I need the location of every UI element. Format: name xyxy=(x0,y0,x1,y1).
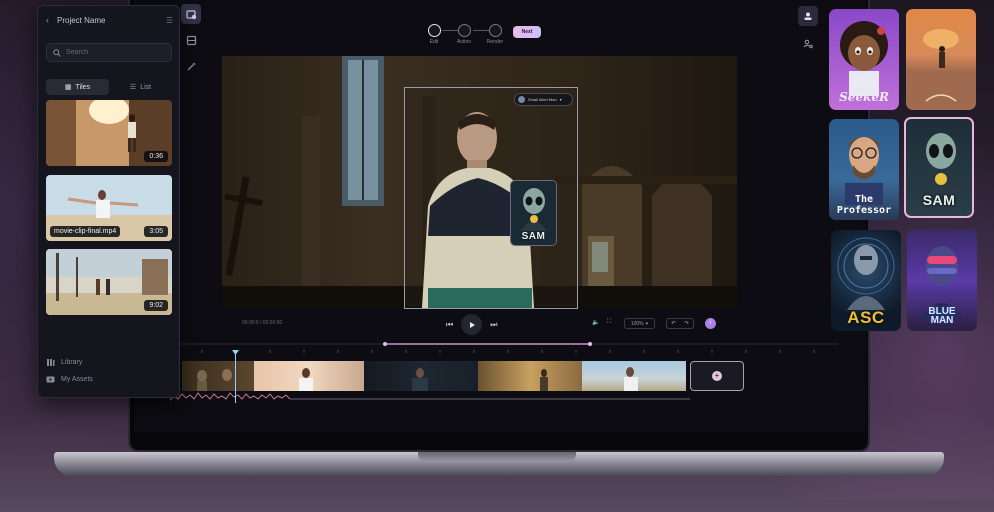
undo-redo: ↶ ↷ xyxy=(666,318,694,329)
magic-wand-icon[interactable] xyxy=(181,56,201,76)
character-card-sam[interactable]: SAM xyxy=(904,117,974,218)
tiles-view-button[interactable]: ▦ Tiles xyxy=(46,79,109,95)
clip-filename: movie-clip-final.mp4 xyxy=(50,226,121,237)
laptop-notch xyxy=(418,452,576,462)
voice-selector[interactable]: Small Alien Man ▾ xyxy=(514,93,573,106)
info-button[interactable]: i xyxy=(705,318,716,329)
avatar-icon[interactable] xyxy=(798,6,818,26)
playhead[interactable] xyxy=(232,350,239,403)
film-icon[interactable] xyxy=(181,30,201,50)
back-icon[interactable]: ‹ xyxy=(46,15,49,25)
timeline-clip-3[interactable] xyxy=(364,361,478,391)
clip-duration: 0:36 xyxy=(144,151,168,162)
clip-duration: 9:02 xyxy=(144,300,168,311)
character-card-asc[interactable]: ASC xyxy=(831,230,901,331)
skip-back-icon[interactable]: ⏮ xyxy=(446,320,453,330)
character-card-seeker[interactable]: The SeekeR xyxy=(829,9,899,110)
search-icon xyxy=(53,48,61,57)
clip-duration: 3:05 xyxy=(144,226,168,237)
plus-icon: + xyxy=(712,371,722,381)
character-card-professor[interactable]: The Professor xyxy=(829,119,899,220)
view-toggle: ▦ Tiles ☰ List xyxy=(46,79,172,95)
playback-controls: ⏮ ⏭ xyxy=(446,314,497,335)
timeline-clip-2[interactable] xyxy=(254,361,364,391)
clip-3-frame xyxy=(412,368,428,391)
chevron-down-icon: ▾ xyxy=(559,97,562,102)
time-readout: 00:00:0 / 00:02:00 xyxy=(242,320,283,326)
play-icon xyxy=(469,321,475,328)
left-toolbar xyxy=(181,4,203,82)
timeline-clip-5[interactable] xyxy=(582,361,686,391)
media-icon[interactable] xyxy=(181,4,201,24)
character-card-blue-man[interactable]: BLUE MAN xyxy=(907,230,977,331)
volume-icon[interactable]: 🔈 xyxy=(592,319,599,326)
panel-footer: Library My Assets xyxy=(46,358,172,392)
grid-icon: ▦ xyxy=(64,84,72,91)
clip-1-frame xyxy=(197,369,232,391)
zoom-select[interactable]: 100% ▾ xyxy=(624,318,655,329)
undo-icon[interactable]: ↶ xyxy=(671,320,676,327)
step-render[interactable]: Render xyxy=(475,24,515,45)
timeline-clip-4[interactable] xyxy=(478,361,582,391)
chevron-down-icon: ▾ xyxy=(645,320,649,327)
next-button[interactable]: Next xyxy=(513,26,541,38)
clip-5-frame xyxy=(624,367,638,391)
play-button[interactable] xyxy=(461,314,483,335)
search-box xyxy=(46,43,172,62)
clip-4-frame xyxy=(540,369,548,391)
clip-2-frame xyxy=(299,368,313,391)
list-view-button[interactable]: ☰ List xyxy=(109,79,172,95)
clip-thumbnail-1[interactable]: 0:36 xyxy=(46,100,172,166)
menu-icon[interactable]: ☰ xyxy=(166,16,173,25)
search-input[interactable] xyxy=(66,49,166,56)
voice-avatar-icon xyxy=(518,96,525,103)
fullscreen-icon[interactable]: ⛶ xyxy=(607,319,611,326)
right-toolbar xyxy=(798,6,820,62)
redo-icon[interactable]: ↷ xyxy=(684,320,689,327)
my-assets-link[interactable]: My Assets xyxy=(46,375,172,384)
list-icon: ☰ xyxy=(129,84,137,91)
timeline-clip-1[interactable] xyxy=(182,361,254,391)
clip-thumbnail-3[interactable]: 9:02 xyxy=(46,249,172,315)
library-link[interactable]: Library xyxy=(46,358,172,367)
assets-icon xyxy=(46,376,55,383)
library-icon xyxy=(47,359,55,366)
skip-forward-icon[interactable]: ⏭ xyxy=(490,320,497,330)
panel-header: ‹ Project Name ☰ xyxy=(46,14,173,26)
add-clip-button[interactable]: + xyxy=(690,361,744,391)
desert-wanderer-icon xyxy=(906,29,976,110)
timeline[interactable]: + xyxy=(170,340,840,404)
character-card-desert-wanderer[interactable] xyxy=(906,9,976,110)
project-title[interactable]: Project Name xyxy=(57,16,166,25)
project-panel: ‹ Project Name ☰ ▦ Tiles ☰ List 0:36 xyxy=(37,5,180,398)
sam-overlay-card[interactable]: SAM xyxy=(510,180,557,246)
user-settings-icon[interactable] xyxy=(798,34,818,54)
clip-thumbnail-2[interactable]: movie-clip-final.mp4 3:05 xyxy=(46,175,172,241)
